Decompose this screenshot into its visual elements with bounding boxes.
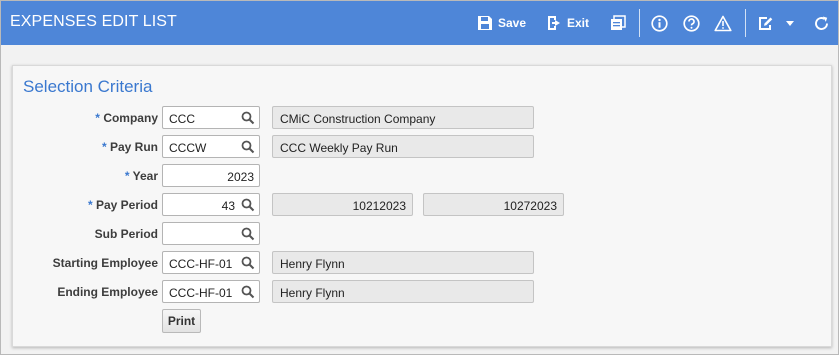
- app-header: EXPENSES EDIT LIST Save Exit: [1, 1, 838, 45]
- toolbar-separator: [745, 9, 746, 37]
- toolbar-separator: [639, 9, 640, 37]
- search-icon[interactable]: [241, 256, 255, 270]
- year-label: * Year: [124, 169, 158, 183]
- pay-period-end-date: 10272023: [423, 193, 564, 216]
- exit-label: Exit: [567, 16, 590, 30]
- search-icon[interactable]: [241, 227, 255, 241]
- starting-employee-label: Starting Employee: [52, 256, 158, 270]
- required-marker: *: [101, 140, 107, 154]
- help-icon: [683, 14, 700, 32]
- ending-employee-name: Henry Flynn: [272, 280, 534, 303]
- pay-period-start-date: 10212023: [272, 193, 413, 216]
- save-icon: [477, 15, 493, 31]
- print-button[interactable]: Print: [162, 309, 201, 333]
- starting-employee-input[interactable]: CCC-HF-01: [162, 251, 260, 274]
- sub-period-row: Sub Period: [13, 222, 831, 245]
- year-row: * Year 2023: [13, 164, 831, 187]
- company-description: CMiC Construction Company: [272, 106, 534, 129]
- pay-run-label: * Pay Run: [101, 140, 158, 154]
- company-row: * Company CCC CMiC Construction Company: [13, 106, 831, 129]
- app-window: EXPENSES EDIT LIST Save Exit Selection C…: [0, 0, 839, 355]
- ending-employee-input[interactable]: CCC-HF-01: [162, 280, 260, 303]
- refresh-button[interactable]: [813, 11, 830, 35]
- search-icon[interactable]: [241, 285, 255, 299]
- sub-period-label: Sub Period: [94, 227, 158, 241]
- starting-employee-row: Starting Employee CCC-HF-01 Henry Flynn: [13, 251, 831, 274]
- refresh-icon: [813, 15, 830, 32]
- edit-icon: [757, 15, 774, 32]
- warning-button[interactable]: [714, 11, 732, 35]
- section-title: Selection Criteria: [23, 77, 153, 96]
- report-button[interactable]: [610, 11, 626, 35]
- pay-run-input[interactable]: CCCW: [162, 135, 260, 158]
- edit-dropdown-button[interactable]: [785, 11, 795, 35]
- help-button[interactable]: [683, 11, 700, 35]
- pay-run-row: * Pay Run CCCW CCC Weekly Pay Run: [13, 135, 831, 158]
- selection-criteria-panel: Selection Criteria * Company CCC CMiC Co…: [12, 65, 832, 347]
- info-icon: [651, 14, 668, 32]
- required-marker: *: [87, 198, 93, 212]
- year-input[interactable]: 2023: [162, 164, 260, 187]
- page-title: EXPENSES EDIT LIST: [10, 13, 177, 30]
- company-input[interactable]: CCC: [162, 106, 260, 129]
- save-button[interactable]: Save: [477, 11, 526, 35]
- search-icon[interactable]: [241, 140, 255, 154]
- required-marker: *: [95, 111, 100, 125]
- pay-run-description: CCC Weekly Pay Run: [272, 135, 534, 158]
- pay-period-input[interactable]: 43: [162, 193, 260, 216]
- report-icon: [610, 15, 626, 31]
- pay-period-label: * Pay Period: [87, 198, 158, 212]
- info-button[interactable]: [651, 11, 668, 35]
- search-icon[interactable]: [241, 111, 255, 125]
- edit-button[interactable]: [757, 11, 774, 35]
- company-label: * Company: [95, 111, 158, 125]
- save-label: Save: [498, 16, 527, 30]
- required-marker: *: [124, 169, 130, 183]
- exit-icon: [546, 15, 562, 31]
- pay-period-row: * Pay Period 43 10212023 10272023: [13, 193, 831, 216]
- ending-employee-row: Ending Employee CCC-HF-01 Henry Flynn: [13, 280, 831, 303]
- starting-employee-name: Henry Flynn: [272, 251, 534, 274]
- search-icon[interactable]: [241, 198, 255, 212]
- sub-period-input[interactable]: [162, 222, 260, 245]
- ending-employee-label: Ending Employee: [57, 285, 158, 299]
- dropdown-arrow-icon: [785, 18, 795, 28]
- warning-icon: [714, 15, 732, 32]
- exit-button[interactable]: Exit: [546, 11, 589, 35]
